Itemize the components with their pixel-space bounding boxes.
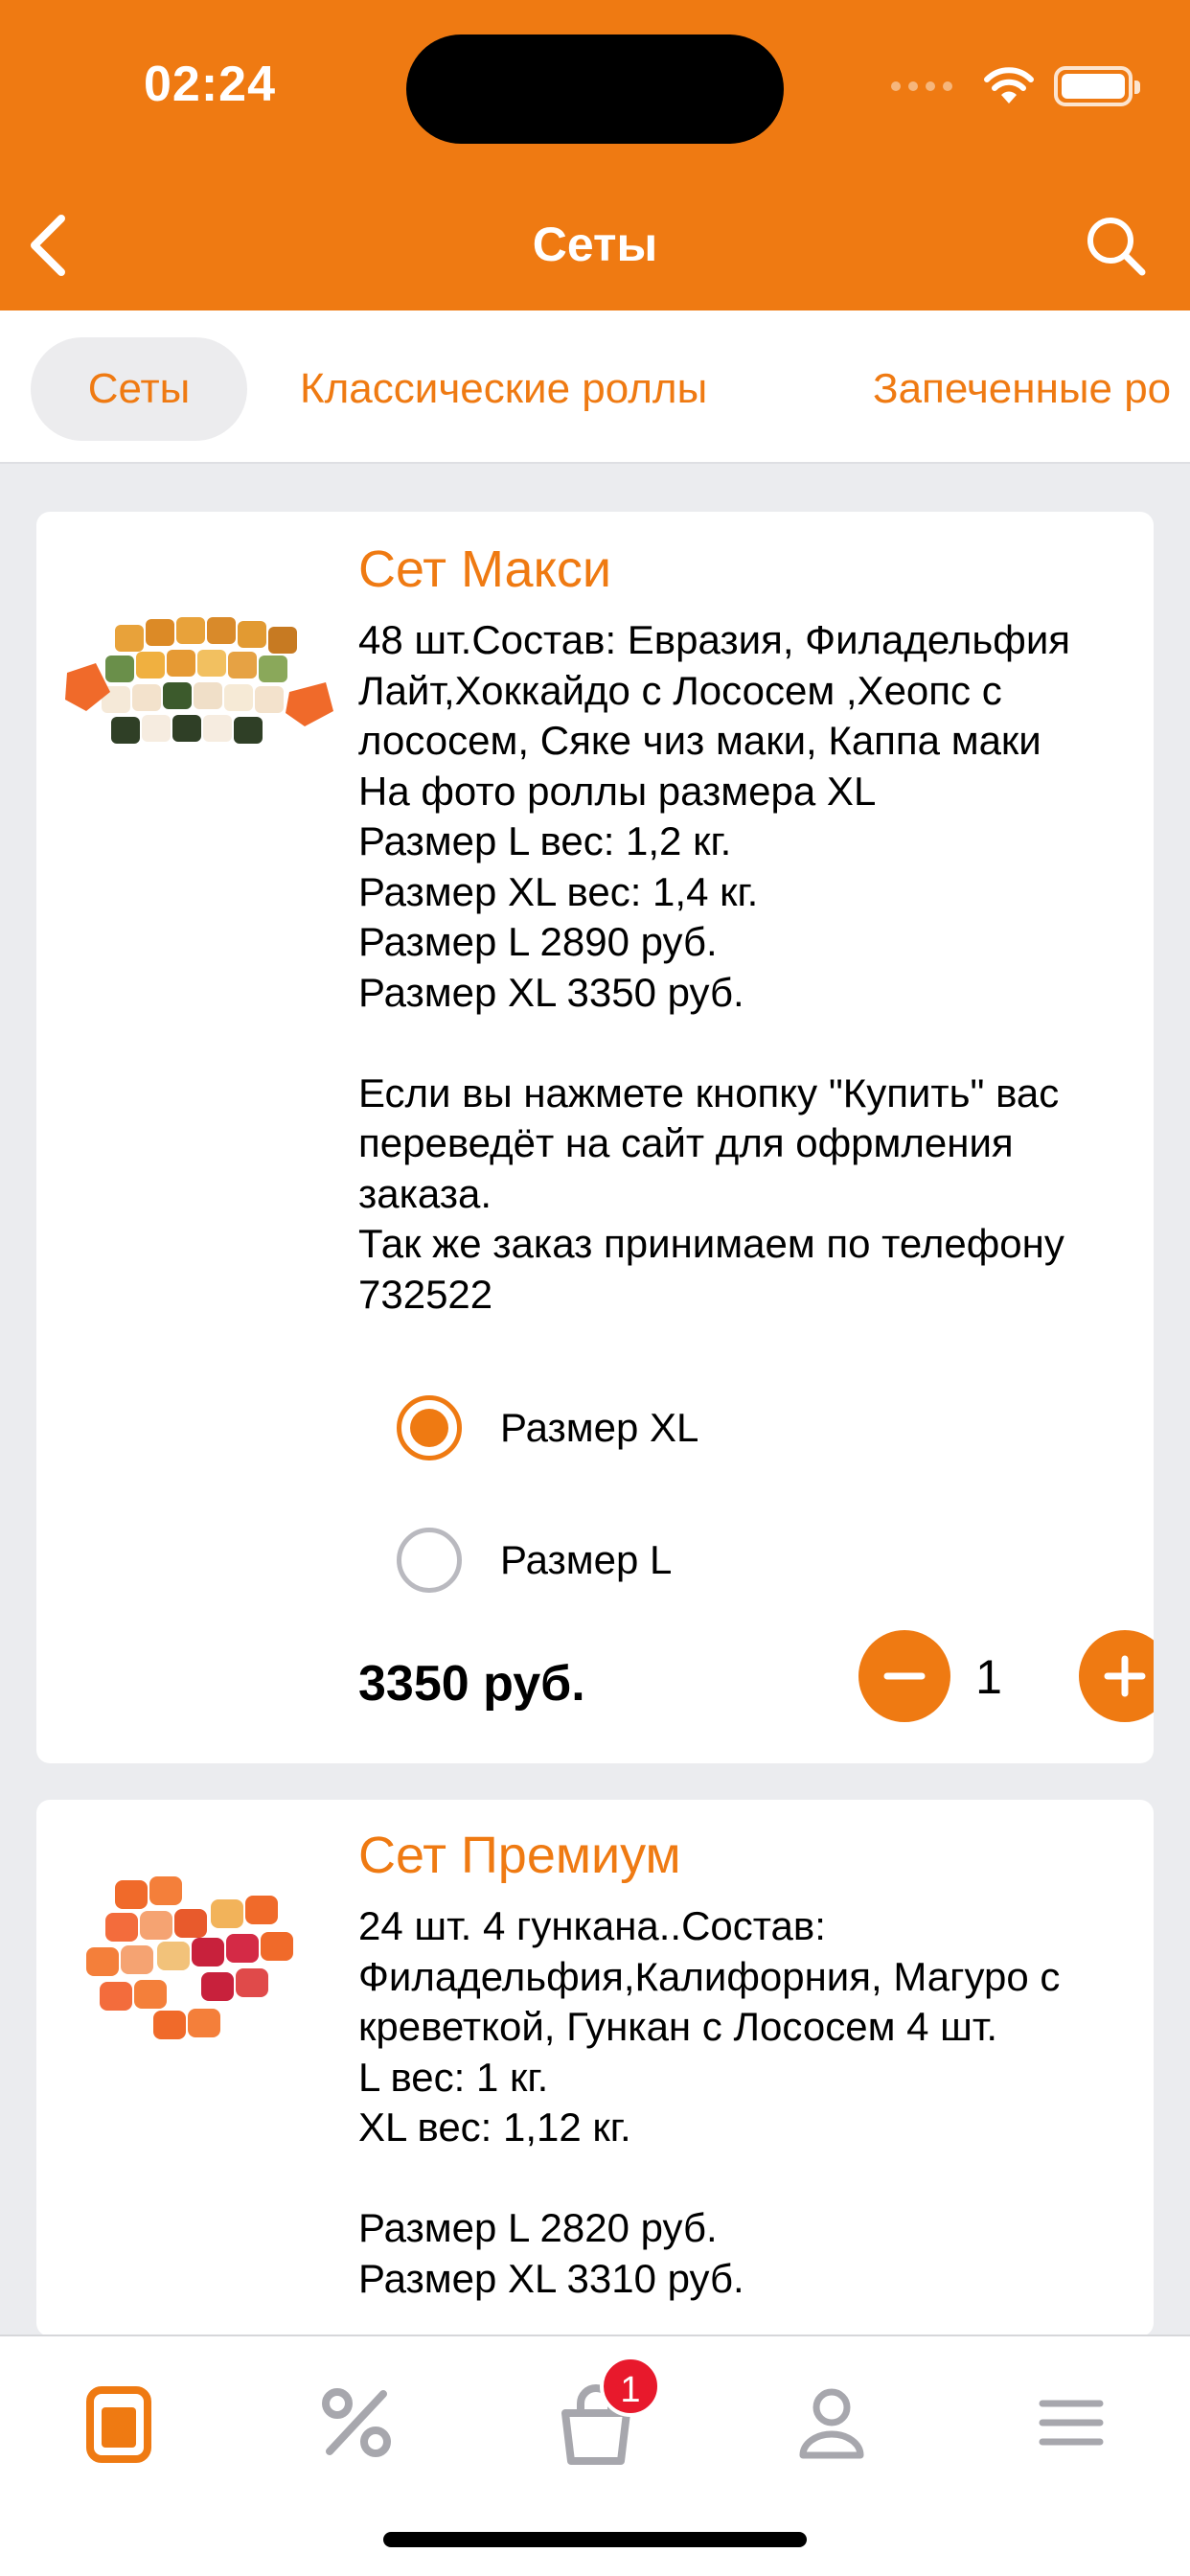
product-description: 24 шт. 4 гункана..Состав: Филадельфия,Ка…: [358, 1903, 1061, 2301]
option-label: Размер L: [500, 1537, 673, 1582]
app-header: 02:24 Сеты: [0, 0, 1190, 310]
product-title[interactable]: Сет Премиум: [358, 1823, 1134, 1888]
increase-quantity-button[interactable]: [1079, 1630, 1154, 1722]
price-row: 3350 руб. 1: [358, 1626, 1154, 1751]
minus-icon: [883, 1672, 926, 1680]
percent-icon[interactable]: [309, 2375, 404, 2471]
home-indicator[interactable]: [383, 2532, 807, 2547]
radio-button[interactable]: [397, 1528, 462, 1593]
product-info: Сет Премиум 24 шт. 4 гункана..Состав: Фи…: [358, 1823, 1134, 2304]
signal-icon: [891, 81, 952, 91]
product-info: Сет Макси 48 шт.Состав: Евразия, Филадел…: [358, 537, 1154, 1751]
radio-button[interactable]: [397, 1395, 462, 1460]
size-option-xl[interactable]: Размер XL: [358, 1362, 1134, 1494]
dynamic-island: [406, 34, 784, 144]
quantity-value: 1: [975, 1650, 1002, 1704]
product-description: 48 шт.Состав: Евразия, Филадельфия Лайт,…: [358, 617, 1071, 1317]
product-card: Сет Премиум 24 шт. 4 гункана..Состав: Фи…: [36, 1800, 1154, 2336]
hamburger-icon[interactable]: [1023, 2375, 1119, 2471]
option-label: Размер XL: [500, 1405, 699, 1450]
status-icons: [891, 61, 1140, 111]
decrease-quantity-button[interactable]: [858, 1630, 950, 1722]
size-option-l[interactable]: Размер L: [358, 1494, 1134, 1626]
page-title: Сеты: [532, 218, 658, 271]
search-icon[interactable]: [1083, 213, 1150, 280]
battery-icon: [1054, 66, 1140, 106]
tab-baked-rolls[interactable]: Запеченные ро: [820, 337, 1190, 441]
product-image[interactable]: [57, 1842, 335, 2062]
tab-sets[interactable]: Сеты: [31, 337, 247, 441]
status-time: 02:24: [144, 57, 276, 112]
product-price: 3350 руб.: [358, 1656, 585, 1712]
product-card: Сет Макси 48 шт.Состав: Евразия, Филадел…: [36, 512, 1154, 1763]
wifi-icon: [984, 67, 1034, 104]
tab-classic-rolls[interactable]: Классические роллы: [247, 337, 760, 441]
cart-badge: 1: [600, 2356, 661, 2417]
profile-icon[interactable]: [784, 2375, 880, 2471]
product-image[interactable]: [57, 558, 335, 778]
plus-icon: [1104, 1655, 1146, 1697]
category-tabs: Сеты Классические роллы Запеченные ро: [0, 310, 1190, 464]
menu-catalog-icon[interactable]: [71, 2375, 167, 2471]
product-title[interactable]: Сет Макси: [358, 537, 1134, 602]
